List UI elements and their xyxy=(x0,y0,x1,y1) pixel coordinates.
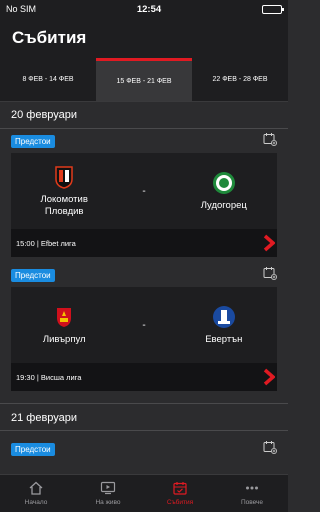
divider xyxy=(0,430,288,431)
tab-week-3[interactable]: 22 ФЕВ - 28 ФЕВ xyxy=(192,58,288,101)
away-team-name: Евертън xyxy=(205,334,243,345)
away-team: Лудогорец xyxy=(171,170,277,212)
tab-label: Събития xyxy=(166,499,194,506)
club-logo-icon xyxy=(51,304,77,330)
tv-icon xyxy=(100,481,116,497)
events-list[interactable]: 20 февруари Предстои Локомотив Пловдив -… xyxy=(0,102,288,474)
home-icon xyxy=(28,481,44,497)
day-title: 21 февруари xyxy=(11,412,78,424)
chevron-right-icon[interactable] xyxy=(261,229,277,257)
event-footer: 19:30 | Висша лига xyxy=(11,363,277,391)
event-time-league: 19:30 | Висша лига xyxy=(16,372,82,382)
event-header: Предстои xyxy=(0,263,288,287)
event-teams: Ливърпул - Евертън xyxy=(11,287,277,363)
home-team: Ливърпул xyxy=(11,304,117,346)
tab-label: На живо xyxy=(95,499,121,506)
tab-home[interactable]: Начало xyxy=(0,475,72,512)
battery-icon xyxy=(261,4,284,14)
club-logo-icon xyxy=(51,164,77,190)
event-card[interactable]: Ливърпул - Евертън 19:30 | Висша лига xyxy=(11,287,277,391)
score-separator: - xyxy=(142,185,146,197)
event-card[interactable]: Локомотив Пловдив - Лудогорец 15:00 | Ef… xyxy=(11,153,277,257)
page-title: Събития xyxy=(0,18,288,58)
tab-week-2[interactable]: 15 ФЕВ - 21 ФЕВ xyxy=(96,58,192,101)
tab-label: Повече xyxy=(240,499,264,506)
tab-label: Начало xyxy=(24,499,48,506)
tab-week-1[interactable]: 8 ФЕВ - 14 ФЕВ xyxy=(0,58,96,101)
club-logo-icon xyxy=(211,170,237,196)
club-logo-icon xyxy=(211,304,237,330)
calendar-add-icon[interactable] xyxy=(263,440,277,459)
away-team: Евертън xyxy=(171,304,277,346)
more-icon xyxy=(244,481,260,497)
calendar-add-icon[interactable] xyxy=(263,266,277,285)
status-icons xyxy=(261,4,284,14)
calendar-icon xyxy=(172,481,188,497)
score-separator: - xyxy=(142,319,146,331)
status-badge: Предстои xyxy=(11,268,55,282)
event-header: Предстои xyxy=(0,437,288,461)
tab-live[interactable]: На живо xyxy=(72,475,144,512)
home-team: Локомотив Пловдив xyxy=(11,164,117,218)
chevron-right-icon[interactable] xyxy=(261,363,277,391)
tab-events[interactable]: Събития xyxy=(144,475,216,512)
event-teams: Локомотив Пловдив - Лудогорец xyxy=(11,153,277,229)
home-team-name: Локомотив Пловдив xyxy=(40,194,88,217)
event-header: Предстои xyxy=(0,129,288,153)
tab-more[interactable]: Повече xyxy=(216,475,288,512)
clock: 12:54 xyxy=(136,3,162,15)
status-badge: Предстои xyxy=(11,442,55,456)
bottom-tab-bar: Начало На живо Събития Повече xyxy=(0,474,288,512)
week-tabs: 8 ФЕВ - 14 ФЕВ 15 ФЕВ - 21 ФЕВ 22 ФЕВ - … xyxy=(0,58,288,102)
event-time-league: 15:00 | Efbet лига xyxy=(16,238,76,248)
carrier-label: No SIM xyxy=(6,4,37,14)
away-team-name: Лудогорец xyxy=(200,200,247,211)
home-team-name: Ливърпул xyxy=(42,334,86,345)
event-footer: 15:00 | Efbet лига xyxy=(11,229,277,257)
calendar-add-icon[interactable] xyxy=(263,132,277,151)
status-badge: Предстои xyxy=(11,134,55,148)
status-bar: No SIM 12:54 xyxy=(0,0,288,18)
day-title: 20 февруари xyxy=(11,109,78,121)
